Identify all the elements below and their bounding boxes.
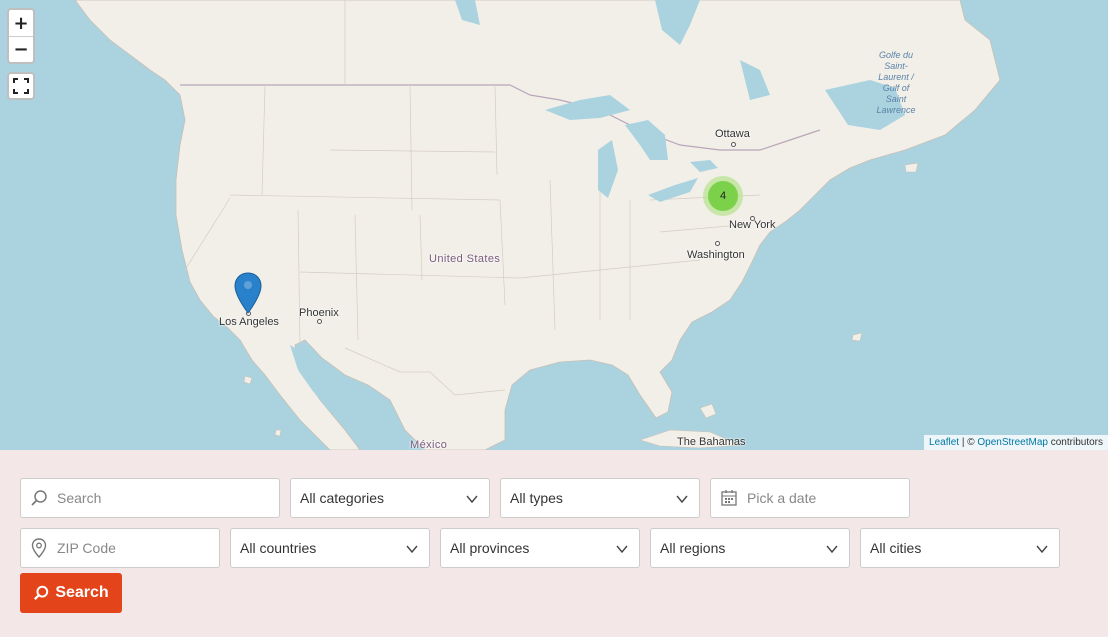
regions-select[interactable]: All regions xyxy=(650,528,850,568)
chevron-down-icon xyxy=(1036,545,1048,554)
search-icon xyxy=(34,585,49,601)
zip-code-input[interactable]: ZIP Code xyxy=(20,528,220,568)
fullscreen-button[interactable] xyxy=(7,72,35,100)
location-marker[interactable] xyxy=(234,272,262,319)
map-pin-icon xyxy=(234,272,262,314)
phoenix-dot xyxy=(317,319,322,324)
osm-link[interactable]: OpenStreetMap xyxy=(977,437,1048,448)
categories-value: All categories xyxy=(300,490,385,506)
types-value: All types xyxy=(510,490,563,506)
search-icon xyxy=(21,489,57,507)
location-pin-icon xyxy=(21,538,57,558)
zip-placeholder: ZIP Code xyxy=(57,540,116,556)
new-york-label: New York xyxy=(729,219,776,231)
bahamas-label: The Bahamas xyxy=(677,436,746,448)
search-button[interactable]: Search xyxy=(20,573,122,613)
fullscreen-icon xyxy=(13,78,29,94)
zoom-out-button[interactable]: − xyxy=(9,36,33,62)
map-attribution: Leaflet | © OpenStreetMap contributors xyxy=(924,435,1108,450)
zoom-control: + − xyxy=(7,8,35,64)
cluster-count: 4 xyxy=(708,181,738,211)
search-button-label: Search xyxy=(55,584,109,601)
ottawa-dot xyxy=(731,142,736,147)
map-tiles xyxy=(74,0,1001,450)
mexico-label: México xyxy=(410,439,448,450)
chevron-down-icon xyxy=(616,545,628,554)
countries-value: All countries xyxy=(240,540,317,556)
chevron-down-icon xyxy=(676,495,688,504)
provinces-value: All provinces xyxy=(450,540,530,556)
categories-select[interactable]: All categories xyxy=(290,478,490,518)
ottawa-label: Ottawa xyxy=(715,128,750,140)
date-picker[interactable]: Pick a date xyxy=(710,478,910,518)
washington-dot xyxy=(715,241,720,246)
washington-label: Washington xyxy=(687,249,745,261)
zoom-in-button[interactable]: + xyxy=(9,10,33,36)
calendar-icon xyxy=(711,489,747,507)
countries-select[interactable]: All countries xyxy=(230,528,430,568)
phoenix-label: Phoenix xyxy=(299,307,339,319)
cities-select[interactable]: All cities xyxy=(860,528,1060,568)
chevron-down-icon xyxy=(406,545,418,554)
cities-value: All cities xyxy=(870,540,922,556)
map[interactable]: + − Golfe du Saint-Laurent / Gulf of Sai… xyxy=(0,0,1108,450)
regions-value: All regions xyxy=(660,540,726,556)
attribution-separator: | © xyxy=(959,437,978,448)
search-input[interactable]: Search xyxy=(20,478,280,518)
search-placeholder: Search xyxy=(57,490,102,506)
gulf-label: Golfe du Saint-Laurent / Gulf of Saint L… xyxy=(876,50,916,115)
attribution-tail: contributors xyxy=(1047,437,1103,448)
chevron-down-icon xyxy=(826,545,838,554)
united-states-label: United States xyxy=(429,253,501,265)
leaflet-link[interactable]: Leaflet xyxy=(929,437,959,448)
date-placeholder: Pick a date xyxy=(747,490,817,506)
marker-cluster[interactable]: 4 xyxy=(703,176,743,216)
types-select[interactable]: All types xyxy=(500,478,700,518)
provinces-select[interactable]: All provinces xyxy=(440,528,640,568)
chevron-down-icon xyxy=(466,495,478,504)
